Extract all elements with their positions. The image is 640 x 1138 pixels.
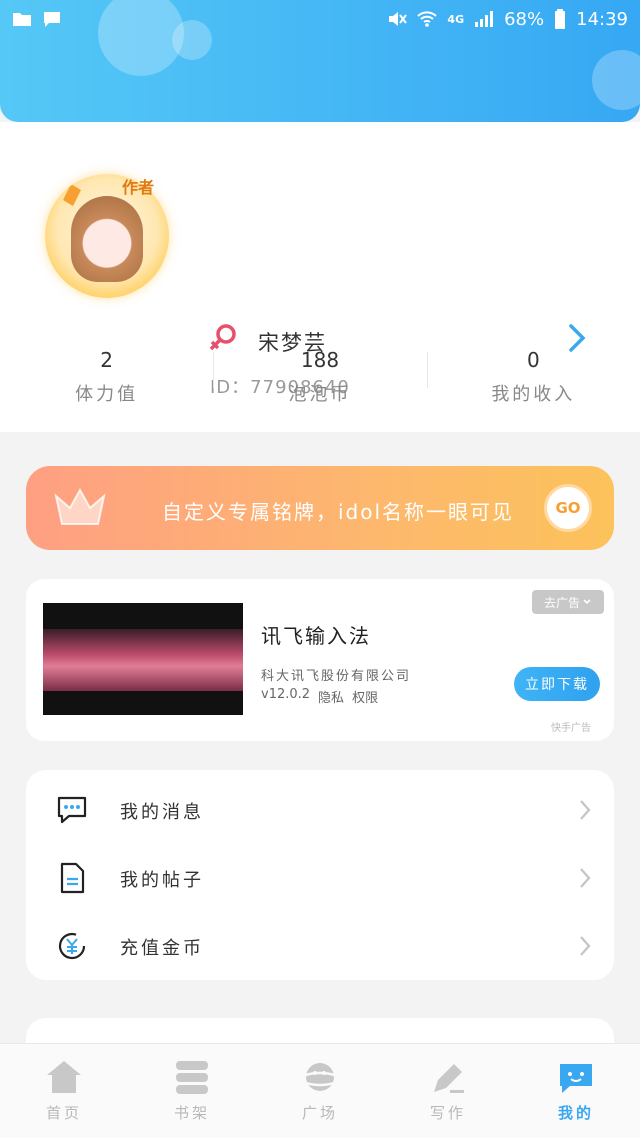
mute-icon [389,12,408,26]
stat-coins[interactable]: 188 泡泡币 [213,340,426,410]
home-icon [47,1061,81,1093]
document-icon [60,862,85,894]
wifi-icon [417,11,438,27]
menu-item-posts[interactable]: 我的帖子 [26,842,614,910]
stat-value: 0 [526,348,540,372]
go-button[interactable]: GO [544,484,592,532]
stat-value: 188 [300,348,340,372]
promo-text: 自定义专属铭牌，idol名称一眼可见 [162,500,515,524]
tab-bookshelf[interactable]: 书架 [128,1044,256,1138]
clock: 14:39 [576,8,628,30]
network-type: 4G [447,12,465,26]
stat-label: 泡泡币 [288,384,352,405]
remove-ad-label: 去广告 [543,595,580,610]
nameplate-promo-banner[interactable]: 自定义专属铭牌，idol名称一眼可见 GO [26,466,614,550]
ad-company: 科大讯飞股份有限公司 [261,669,412,684]
stat-income[interactable]: 0 我的收入 [426,340,640,410]
crown-icon [54,487,106,525]
menu-label: 我的帖子 [120,870,204,891]
menu-item-recharge[interactable]: 充值金币 [26,910,614,978]
ad-version: v12.0.2 [261,687,311,702]
download-button[interactable]: 立即下载 [514,667,600,701]
ad-privacy-link[interactable]: 隐私 [318,687,344,706]
author-badge: 作者 [122,178,155,197]
stat-label: 我的收入 [491,384,576,405]
tab-label: 首页 [45,1104,82,1122]
bookshelf-icon [176,1061,208,1094]
chevron-right-icon [580,868,591,888]
chat-bubble-icon [57,796,87,824]
yuan-coin-icon [58,932,86,960]
stat-label: 体力值 [75,384,139,405]
bottom-tab-bar: 首页 书架 广场 写作 我的 [0,1043,640,1138]
ad-meta: v12.0.2 隐私 权限 [261,687,378,706]
chevron-right-icon [580,800,591,820]
menu-item-messages[interactable]: 我的消息 [26,774,614,842]
message-icon [44,12,60,27]
stat-stamina[interactable]: 2 体力值 [0,340,213,410]
tab-mine[interactable]: 我的 [512,1044,640,1138]
ad-source: 快手广告 [551,723,591,734]
tab-label: 写作 [429,1104,466,1122]
stats-row: 2 体力值 188 泡泡币 0 我的收入 [0,340,640,410]
menu-label: 充值金币 [120,938,204,959]
go-label: GO [555,499,581,517]
download-label: 立即下载 [525,677,589,693]
menu-label: 我的消息 [120,802,204,823]
ad-video-thumbnail[interactable] [43,603,243,715]
menu-card: 我的消息 我的帖子 充值金币 [26,770,614,980]
pen-icon [434,1064,464,1093]
folder-icon [13,13,31,26]
tab-square[interactable]: 广场 [256,1044,384,1138]
ad-thumbnail-frame [43,629,243,691]
signal-icon [475,11,494,27]
tab-label: 书架 [173,1104,210,1122]
ad-card[interactable]: 去广告 讯飞输入法 科大讯飞股份有限公司 v12.0.2 隐私 权限 立即下载 … [26,579,614,741]
tab-write[interactable]: 写作 [384,1044,512,1138]
ad-title: 讯飞输入法 [261,624,371,648]
tab-home[interactable]: 首页 [0,1044,128,1138]
ad-permissions-link[interactable]: 权限 [352,687,378,706]
decor-bubble [592,50,640,110]
battery-percent: 68% [504,8,545,30]
remove-ad-button[interactable]: 去广告 [532,590,604,614]
tab-label: 广场 [301,1104,338,1122]
header-banner: 4G 68% 14:39 [0,0,640,122]
planet-icon [300,1063,340,1091]
chat-face-icon [560,1064,592,1093]
tab-label: 我的 [557,1104,594,1122]
chevron-right-icon [580,936,591,956]
chevron-down-icon [583,599,591,605]
status-bar: 4G 68% 14:39 [0,0,640,38]
stat-value: 2 [100,348,114,372]
battery-icon [555,9,566,29]
pencil-icon [63,184,81,206]
